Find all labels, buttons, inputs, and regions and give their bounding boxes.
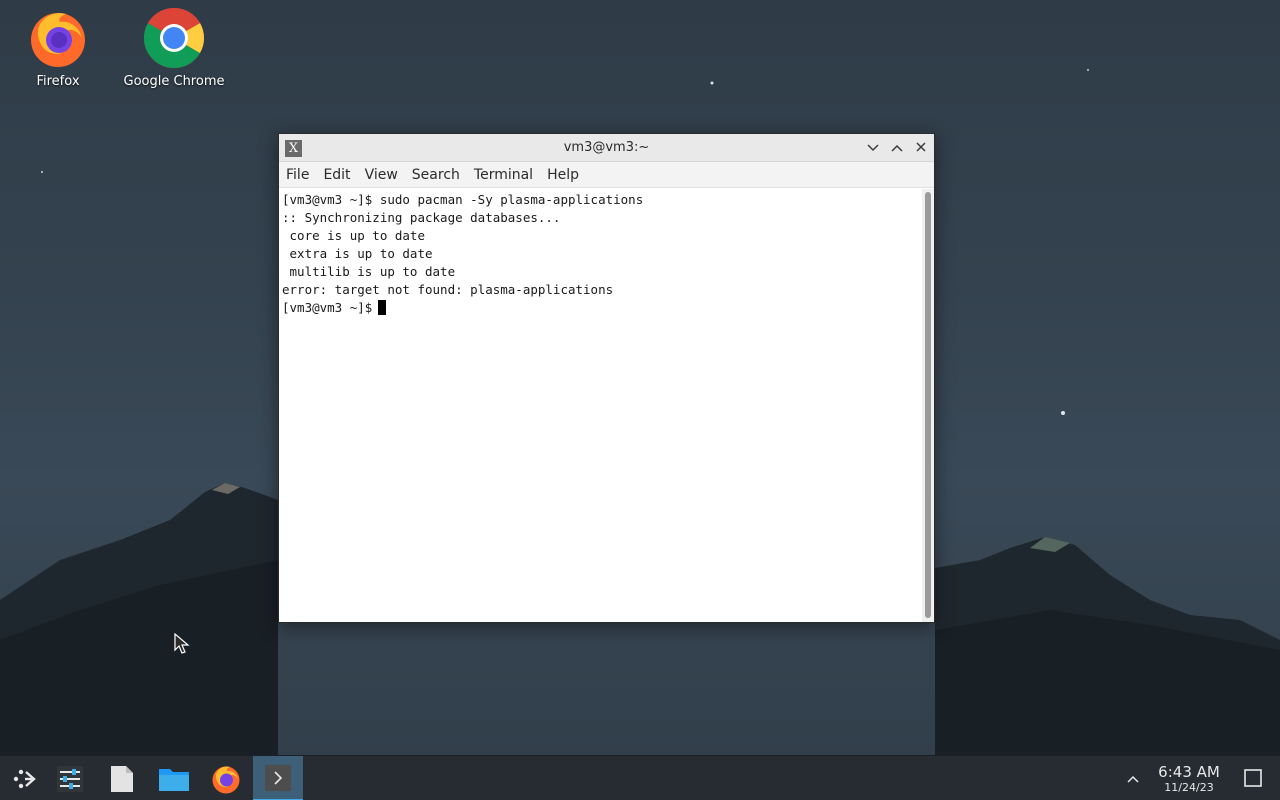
chevron-up-icon bbox=[1127, 775, 1139, 783]
show-desktop-icon bbox=[1244, 769, 1262, 787]
terminal-output[interactable]: [vm3@vm3 ~]$ sudo pacman -Sy plasma-appl… bbox=[279, 189, 920, 622]
terminal-line: error: target not found: plasma-applicat… bbox=[282, 282, 614, 297]
terminal-line: :: Synchronizing package databases... bbox=[282, 210, 561, 225]
menu-search[interactable]: Search bbox=[412, 165, 460, 185]
system-tray-expand[interactable] bbox=[1122, 768, 1144, 790]
taskbar-file-manager[interactable] bbox=[149, 756, 199, 800]
taskbar-settings[interactable] bbox=[45, 756, 95, 800]
clock-time: 6:43 AM bbox=[1158, 763, 1220, 781]
terminal-line: [vm3@vm3 ~]$ sudo pacman -Sy plasma-appl… bbox=[282, 192, 644, 207]
taskbar-firefox[interactable] bbox=[201, 756, 251, 800]
settings-icon bbox=[57, 765, 83, 792]
file-manager-icon bbox=[159, 768, 189, 791]
chrome-icon bbox=[142, 6, 206, 70]
close-button[interactable] bbox=[910, 137, 932, 159]
taskbar: 6:43 AM 11/24/23 bbox=[0, 755, 1280, 800]
scrollbar-thumb[interactable] bbox=[925, 192, 931, 618]
menu-bar: File Edit View Search Terminal Help bbox=[279, 162, 934, 188]
clock-date: 11/24/23 bbox=[1164, 781, 1214, 794]
terminal-window[interactable]: X vm3@vm3:~ File Edit View Search Termin… bbox=[278, 133, 935, 623]
close-icon bbox=[916, 142, 926, 152]
text-cursor bbox=[378, 300, 387, 315]
taskbar-terminal[interactable] bbox=[253, 756, 303, 800]
desktop-icon-chrome[interactable]: Google Chrome bbox=[119, 6, 229, 89]
taskbar-text-editor[interactable] bbox=[97, 756, 147, 800]
maximize-button[interactable] bbox=[886, 137, 908, 159]
window-title: vm3@vm3:~ bbox=[563, 140, 650, 155]
clock[interactable]: 6:43 AM 11/24/23 bbox=[1150, 764, 1228, 795]
terminal-icon bbox=[265, 764, 291, 791]
mouse-pointer-icon bbox=[174, 633, 190, 654]
terminal-prompt: [vm3@vm3 ~]$ bbox=[282, 300, 373, 315]
menu-edit[interactable]: Edit bbox=[323, 165, 350, 185]
desktop-icon-label: Firefox bbox=[36, 74, 80, 89]
terminal-line: core is up to date bbox=[282, 228, 425, 243]
show-desktop-button[interactable] bbox=[1244, 769, 1264, 789]
firefox-icon bbox=[212, 766, 240, 793]
menu-help[interactable]: Help bbox=[547, 165, 579, 185]
chevron-down-icon bbox=[867, 144, 879, 152]
window-titlebar[interactable]: X vm3@vm3:~ bbox=[279, 134, 934, 162]
terminal-line: multilib is up to date bbox=[282, 264, 456, 279]
app-launcher-button[interactable] bbox=[0, 756, 50, 800]
menu-view[interactable]: View bbox=[365, 165, 398, 185]
terminal-line: extra is up to date bbox=[282, 246, 433, 261]
desktop-icon-label: Google Chrome bbox=[123, 74, 225, 89]
terminal-scrollbar[interactable] bbox=[922, 189, 934, 622]
terminal-prompt-line: [vm3@vm3 ~]$ bbox=[282, 299, 917, 317]
desktop-icon-firefox[interactable]: Firefox bbox=[3, 6, 113, 89]
firefox-icon bbox=[26, 6, 90, 70]
menu-file[interactable]: File bbox=[286, 165, 309, 185]
chevron-up-icon bbox=[891, 144, 903, 152]
app-launcher-icon bbox=[13, 769, 36, 788]
text-editor-icon bbox=[111, 765, 133, 792]
menu-terminal[interactable]: Terminal bbox=[474, 165, 533, 185]
minimize-button[interactable] bbox=[862, 137, 884, 159]
